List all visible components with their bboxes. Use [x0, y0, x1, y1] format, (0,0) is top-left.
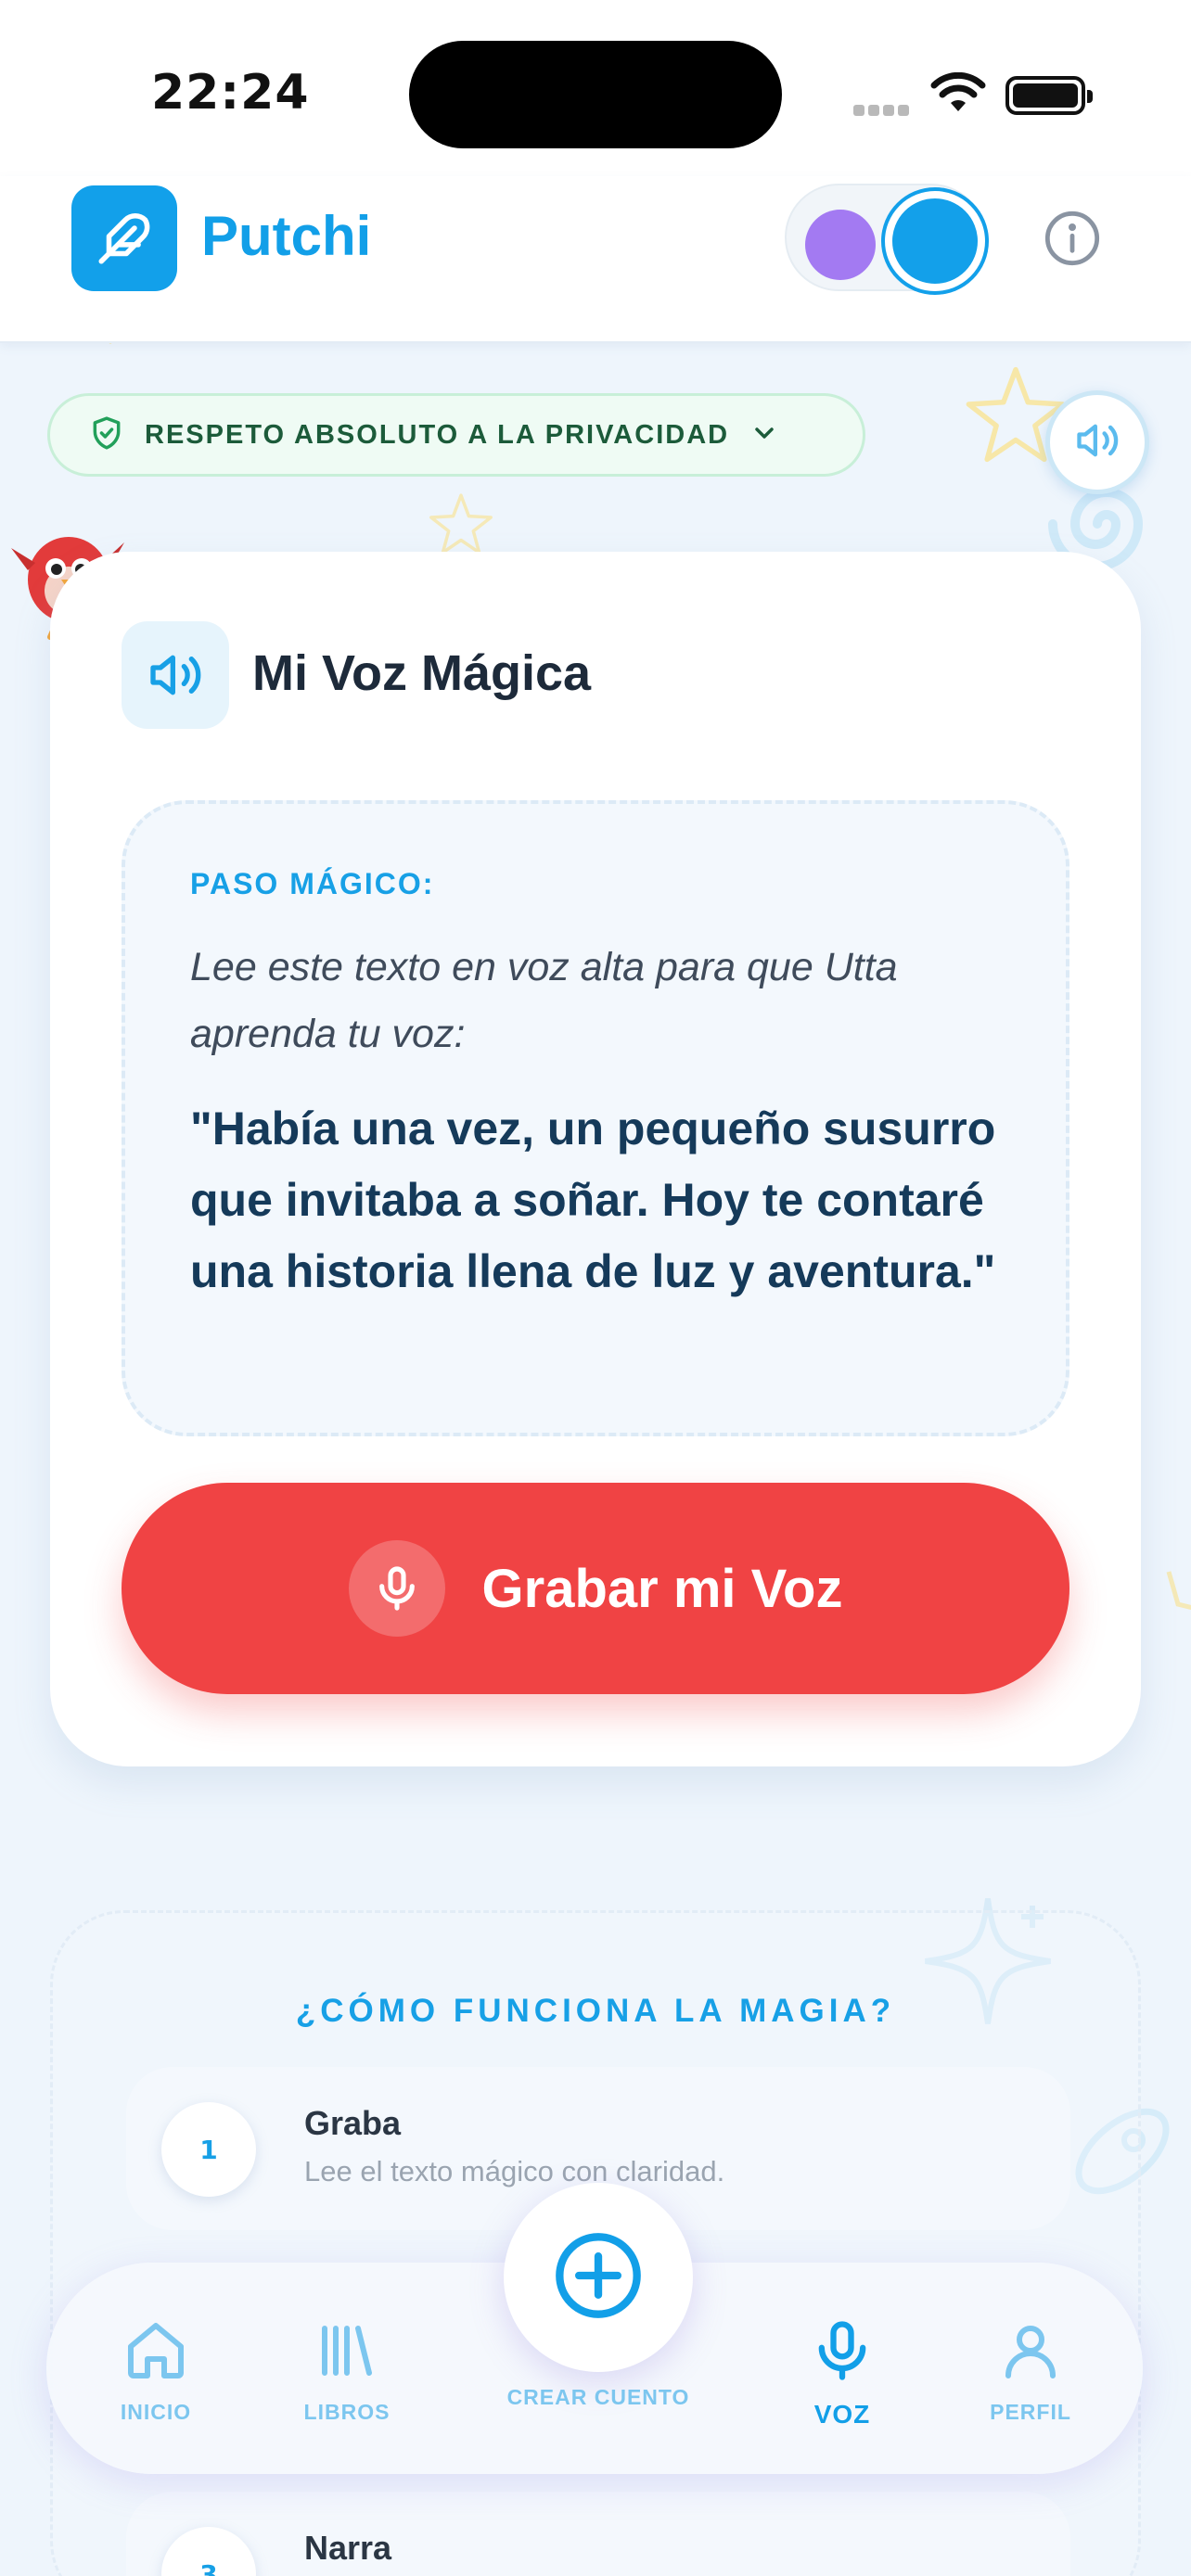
- sound-toggle-button[interactable]: [1045, 390, 1149, 494]
- dynamic-island: [409, 41, 782, 148]
- app-name: Putchi: [201, 205, 372, 267]
- library-icon: [273, 2313, 421, 2389]
- step-name: Narra: [304, 2529, 392, 2567]
- plus-circle-icon: [552, 2229, 645, 2326]
- magic-step-box: PASO MÁGICO: Lee este texto en voz alta …: [122, 800, 1069, 1436]
- speaker-icon: [1073, 416, 1121, 468]
- wifi-icon: [930, 71, 986, 117]
- privacy-banner[interactable]: RESPETO ABSOLUTO A LA PRIVACIDAD: [47, 393, 865, 477]
- card-title: Mi Voz Mágica: [252, 645, 592, 701]
- voice-card: Mi Voz Mágica PASO MÁGICO: Lee este text…: [50, 552, 1141, 1766]
- create-story-button[interactable]: [504, 2183, 693, 2372]
- status-bar: 22:24: [0, 0, 1191, 176]
- how-it-works-title: ¿CÓMO FUNCIONA LA MAGIA?: [295, 1993, 896, 2029]
- shield-check-icon: [89, 414, 124, 455]
- status-time: 22:24: [151, 65, 310, 121]
- step-description: Lee el texto mágico con claridad.: [304, 2155, 725, 2187]
- step-number: 1: [161, 2102, 256, 2197]
- create-story-label: CREAR CUENTO: [506, 2385, 690, 2409]
- speaker-icon: [122, 621, 229, 729]
- step-name: Graba: [304, 2104, 402, 2142]
- blue-theme-option[interactable]: [885, 191, 985, 291]
- nav-item-voice[interactable]: VOZ: [768, 2313, 916, 2429]
- reading-quote: "Había una vez, un pequeño susurro que i…: [190, 1103, 996, 1297]
- chevron-down-icon: [749, 418, 779, 452]
- record-voice-button[interactable]: Grabar mi Voz: [122, 1483, 1069, 1694]
- purple-theme-option[interactable]: [805, 210, 876, 280]
- user-icon: [956, 2313, 1105, 2389]
- mic-icon: [348, 1540, 445, 1637]
- nav-item-profile[interactable]: PERFIL: [956, 2313, 1105, 2425]
- nav-label: VOZ: [813, 2400, 871, 2429]
- info-icon[interactable]: [1043, 209, 1102, 268]
- app-header: Putchi: [0, 176, 1191, 343]
- step-instruction: Lee este texto en voz alta para que Utta…: [190, 945, 898, 1056]
- record-button-label: Grabar mi Voz: [481, 1558, 843, 1619]
- step-number: 3: [161, 2527, 256, 2576]
- step-label: PASO MÁGICO:: [190, 867, 435, 900]
- nav-item-home[interactable]: INICIO: [82, 2313, 230, 2425]
- theme-toggle[interactable]: [785, 184, 985, 291]
- star-decoration: [1141, 1567, 1191, 1669]
- mic-icon: [768, 2313, 916, 2389]
- nav-label: PERFIL: [990, 2400, 1071, 2424]
- list-item: 3 Narra: [126, 2492, 1070, 2576]
- home-icon: [82, 2313, 230, 2389]
- feather-icon: [71, 185, 177, 291]
- privacy-label: RESPETO ABSOLUTO A LA PRIVACIDAD: [145, 419, 730, 450]
- cellular-signal-icon: [853, 102, 913, 120]
- battery-icon: [1005, 76, 1093, 115]
- nav-label: INICIO: [120, 2400, 192, 2424]
- nav-item-library[interactable]: LIBROS: [273, 2313, 421, 2425]
- nav-label: LIBROS: [303, 2400, 391, 2424]
- star-decoration: [429, 491, 493, 556]
